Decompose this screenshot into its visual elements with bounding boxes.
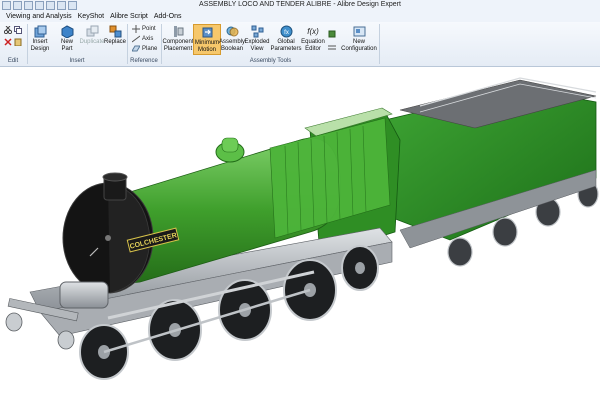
menu-alibre-script[interactable]: Alibre Script (110, 12, 148, 22)
insert-design-button[interactable]: Insert Design (30, 24, 50, 53)
axis-icon (132, 35, 140, 43)
copy-icon (14, 26, 22, 34)
plane-icon (132, 45, 140, 52)
reference-point-button[interactable]: Point (132, 25, 156, 33)
menu-viewing-analysis[interactable]: Viewing and Analysis (6, 12, 72, 22)
edit-copy-button[interactable] (14, 26, 22, 34)
exploded-view-icon (250, 24, 264, 38)
replace-icon (108, 24, 122, 38)
insert-design-icon (33, 24, 47, 38)
cylinder (59, 281, 109, 309)
new-part-icon (60, 24, 74, 38)
assembly-boolean-button[interactable]: Assembly Boolean (219, 24, 245, 53)
delete-icon (4, 38, 12, 46)
group-label-edit: Edit (7, 58, 19, 64)
menu-add-ons[interactable]: Add-Ons (154, 12, 182, 22)
edit-paste-button[interactable] (14, 38, 22, 46)
duplicate-button[interactable]: Duplicate (80, 24, 105, 46)
new-part-button[interactable]: New Part (56, 24, 78, 53)
exploded-view-button[interactable]: Exploded View (244, 24, 270, 53)
global-parameters-button[interactable]: fx Global Parameters (271, 24, 302, 53)
menu-keyshot[interactable]: KeyShot (78, 12, 104, 22)
menu-bar: Viewing and Analysis KeyShot Alibre Scri… (0, 12, 600, 22)
assembly-boolean-icon (225, 24, 239, 38)
ribbon-separator (379, 24, 380, 64)
equation-editor-icon: f(x) (307, 26, 319, 36)
new-configuration-icon (352, 24, 366, 38)
ribbon: Edit Insert Design New Part Duplicate Re… (0, 22, 600, 67)
list-icon (328, 45, 336, 50)
edit-delete-button[interactable] (4, 38, 12, 46)
global-parameters-icon: fx (279, 24, 293, 38)
group-label-assembly-tools: Assembly Tools (249, 58, 292, 64)
configuration-icon-small[interactable] (328, 30, 336, 38)
minimum-motion-button[interactable]: Minimum Motion (193, 24, 221, 55)
3d-viewport[interactable]: COLCHESTER (0, 67, 600, 400)
minimum-motion-icon (200, 25, 214, 39)
group-label-reference: Reference (130, 58, 158, 64)
cube-icon (328, 30, 336, 38)
svg-text:fx: fx (284, 30, 289, 36)
point-icon (132, 25, 140, 33)
component-placement-button[interactable]: Component Placement (162, 24, 194, 53)
scissors-icon (4, 26, 12, 34)
component-placement-icon (171, 24, 185, 38)
group-label-insert: Insert (69, 58, 85, 64)
equation-editor-button[interactable]: f(x) Equation Editor (300, 24, 326, 53)
reference-plane-button[interactable]: Plane (132, 45, 157, 53)
duplicate-icon (85, 24, 99, 38)
edit-cut-button[interactable] (4, 26, 12, 34)
new-configuration-button[interactable]: New Configuration (340, 24, 378, 53)
locomotive-model[interactable]: COLCHESTER (0, 67, 600, 400)
configuration-list-icon[interactable] (328, 44, 336, 52)
replace-button[interactable]: Replace (104, 24, 126, 46)
reference-axis-button[interactable]: Axis (132, 35, 153, 43)
paste-icon (14, 38, 22, 46)
window-title: ASSEMBLY LOCO AND TENDER ALIBRE - Alibre… (199, 1, 401, 8)
